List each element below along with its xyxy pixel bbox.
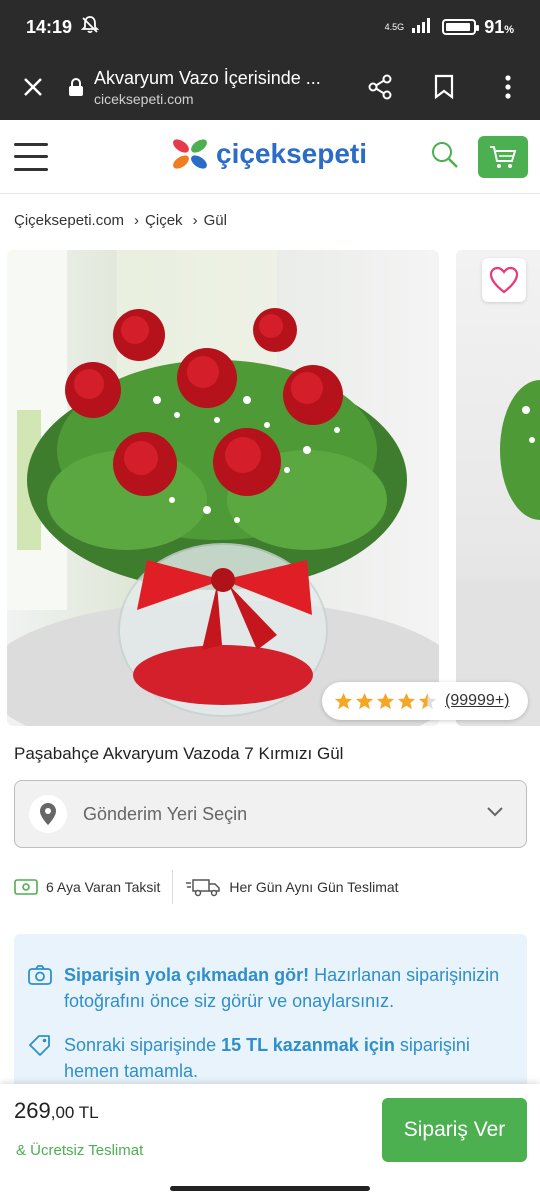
signal-icon bbox=[412, 17, 434, 38]
product-image[interactable] bbox=[7, 250, 439, 726]
battery-icon bbox=[442, 19, 480, 35]
share-icon bbox=[368, 74, 392, 100]
breadcrumb-subcategory[interactable]: Gül bbox=[204, 212, 227, 229]
more-options-button[interactable] bbox=[476, 54, 540, 120]
chevron-right-icon: › bbox=[134, 212, 140, 229]
bookmark-button[interactable] bbox=[412, 54, 476, 120]
breadcrumb-home[interactable]: Çiçeksepeti.com bbox=[14, 212, 124, 229]
address-area[interactable]: Akvaryum Vazo İçerisinde ... ciceksepeti… bbox=[94, 68, 344, 107]
star-icon bbox=[334, 692, 353, 709]
share-button[interactable] bbox=[348, 54, 412, 120]
rating-badge[interactable]: (99999+) bbox=[322, 682, 528, 720]
battery-percent: 91% bbox=[484, 16, 514, 37]
price-main: 269 bbox=[14, 1098, 51, 1123]
delivery-location-select[interactable]: Gönderim Yeri Seçin bbox=[14, 780, 527, 848]
search-icon bbox=[432, 142, 458, 168]
photo-approval-info: Siparişin yola çıkmadan gör! Hazırlanan … bbox=[28, 962, 509, 1014]
star-icon bbox=[355, 692, 374, 709]
star-icon bbox=[376, 692, 395, 709]
menu-button[interactable] bbox=[14, 142, 48, 171]
product-title: Paşabahçe Akvaryum Vazoda 7 Kırmızı Gül bbox=[14, 744, 344, 763]
heart-icon bbox=[489, 266, 519, 294]
rating-count[interactable]: (99999+) bbox=[445, 692, 510, 710]
favorite-button[interactable] bbox=[482, 258, 526, 302]
search-button[interactable] bbox=[430, 140, 462, 172]
delivery-truck-icon bbox=[186, 879, 221, 897]
home-gesture-bar[interactable] bbox=[170, 1185, 370, 1191]
free-shipping-label: & Ücretsiz Teslimat bbox=[16, 1142, 144, 1159]
order-button[interactable]: Sipariş Ver bbox=[382, 1098, 527, 1162]
camera-icon bbox=[28, 965, 52, 985]
close-icon bbox=[24, 78, 42, 96]
feature-same-day: Her Gün Aynı Gün Teslimat bbox=[185, 877, 399, 897]
star-icon bbox=[397, 692, 416, 709]
page-title: Akvaryum Vazo İçerisinde ... bbox=[94, 67, 321, 88]
logo-text: çiçeksepeti bbox=[216, 138, 367, 169]
breadcrumb-category[interactable]: Çiçek bbox=[145, 212, 183, 229]
divider bbox=[172, 870, 174, 904]
location-pin-icon bbox=[29, 795, 67, 833]
money-icon bbox=[14, 879, 38, 895]
photo-approval-strong: Siparişin yola çıkmadan gör! bbox=[64, 965, 310, 985]
price-decimal: ,00 TL bbox=[50, 1103, 99, 1122]
bottom-purchase-bar: 269,00 TL & Ücretsiz Teslimat Sipariş Ve… bbox=[0, 1084, 540, 1176]
network-type: 4.5G bbox=[384, 21, 405, 32]
status-bar: 14:19 4.5G 91% bbox=[0, 0, 540, 54]
logo[interactable]: çiçeksepeti bbox=[170, 136, 367, 172]
system-nav-bar bbox=[0, 1176, 540, 1200]
bookmark-icon bbox=[434, 74, 454, 100]
product-image-next[interactable] bbox=[456, 250, 540, 726]
feature-installment-label: 6 Aya Varan Taksit bbox=[46, 879, 161, 895]
mute-bell-icon bbox=[80, 15, 100, 40]
breadcrumb: Çiçeksepeti.com › Çiçek › Gül bbox=[14, 212, 227, 229]
product-gallery[interactable] bbox=[0, 250, 540, 726]
rating-stars bbox=[334, 692, 437, 711]
tag-icon bbox=[29, 1035, 50, 1056]
feature-strip: 6 Aya Varan Taksit Her Gün Aynı Gün Tesl… bbox=[14, 868, 399, 906]
close-tab-button[interactable] bbox=[0, 76, 66, 98]
star-icon bbox=[418, 692, 437, 709]
flower-logo-icon bbox=[173, 139, 207, 169]
browser-toolbar: Akvaryum Vazo İçerisinde ... ciceksepeti… bbox=[0, 54, 540, 120]
coupon-strong: 15 TL kazanmak için bbox=[221, 1035, 395, 1055]
coupon-info: Sonraki siparişinde 15 TL kazanmak için … bbox=[28, 1032, 509, 1084]
lock-icon bbox=[66, 77, 86, 97]
chevron-down-icon bbox=[486, 805, 504, 823]
delivery-placeholder: Gönderim Yeri Seçin bbox=[83, 803, 248, 824]
coupon-text-pre: Sonraki siparişinde bbox=[64, 1035, 222, 1055]
more-vert-icon bbox=[505, 75, 511, 99]
cart-button[interactable] bbox=[478, 136, 528, 178]
price: 269,00 TL bbox=[14, 1098, 99, 1124]
clock: 14:19 bbox=[26, 16, 73, 37]
cart-icon bbox=[490, 146, 517, 168]
info-box: Siparişin yola çıkmadan gör! Hazırlanan … bbox=[14, 934, 527, 1094]
page-url: ciceksepeti.com bbox=[94, 90, 194, 107]
feature-installment: 6 Aya Varan Taksit bbox=[14, 879, 160, 895]
site-header: çiçeksepeti bbox=[0, 120, 540, 194]
chevron-right-icon: › bbox=[192, 212, 198, 229]
feature-same-day-label: Her Gün Aynı Gün Teslimat bbox=[229, 879, 399, 895]
